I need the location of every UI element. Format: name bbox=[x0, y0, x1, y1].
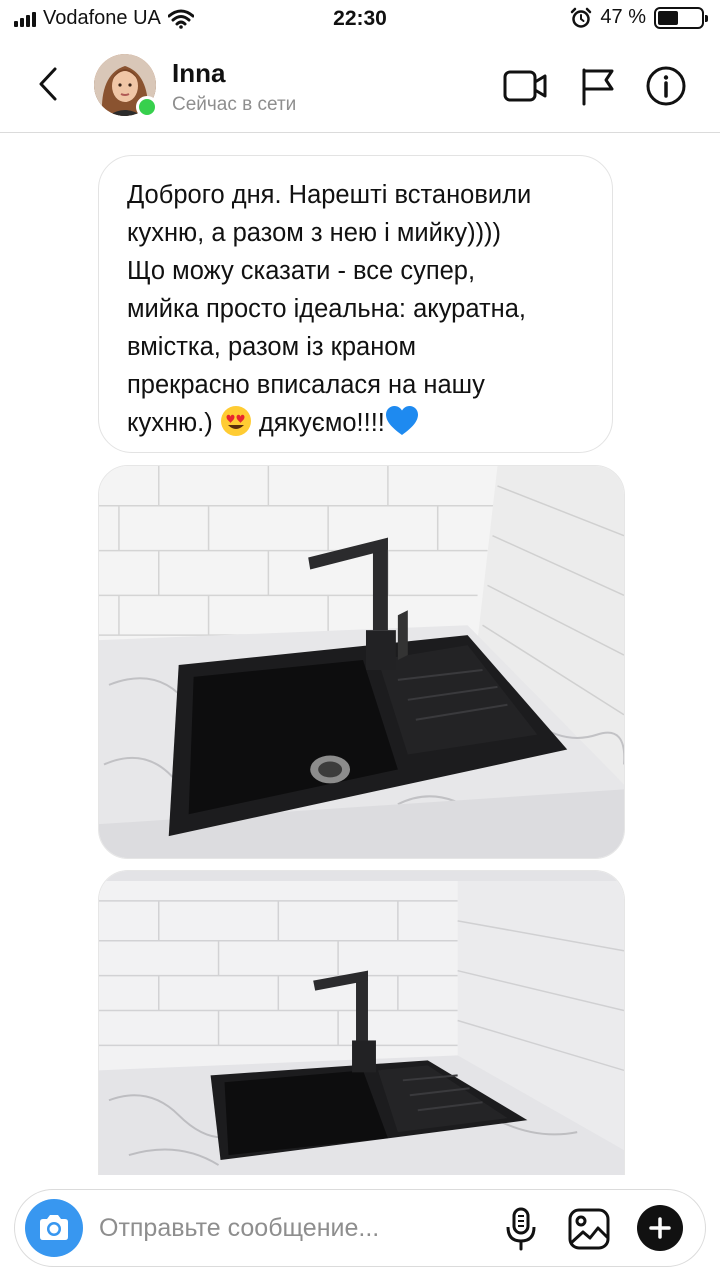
status-right: 47 % bbox=[570, 6, 708, 29]
gallery-icon[interactable] bbox=[567, 1207, 611, 1251]
message-line: прекрасно вписалася на нашу bbox=[127, 371, 485, 399]
sink-photo-1-image bbox=[99, 466, 624, 858]
message-line: кухню, а разом з нею і мийку)))) bbox=[127, 219, 502, 247]
alarm-clock-icon bbox=[571, 7, 592, 28]
sink-photo-1[interactable] bbox=[98, 465, 625, 859]
message-line: Що можу сказати - все супер, bbox=[127, 257, 476, 285]
message-composer bbox=[14, 1189, 706, 1267]
online-status-dot bbox=[136, 96, 158, 118]
message-line: мийка просто ідеальна: акуратна, bbox=[127, 295, 527, 323]
video-camera-icon[interactable] bbox=[503, 66, 547, 106]
blue-heart-emoji-icon bbox=[385, 406, 418, 435]
camera-button[interactable] bbox=[25, 1199, 83, 1257]
message-input[interactable] bbox=[99, 1208, 479, 1248]
message-line: дякуємо!!!! bbox=[258, 409, 385, 437]
status-bar: Vodafone UA 22:30 47 % bbox=[0, 0, 720, 38]
message-line: Доброго дня. Нарешті встановили bbox=[127, 181, 532, 209]
incoming-message-bubble[interactable]: Доброго дня. Нарешті встановили кухню, а… bbox=[98, 155, 613, 453]
microphone-icon[interactable] bbox=[505, 1207, 537, 1251]
flag-icon[interactable] bbox=[578, 66, 622, 106]
sink-photo-2-image bbox=[99, 871, 624, 1175]
message-line: вмістка, разом із краном bbox=[127, 333, 416, 361]
add-content-button[interactable] bbox=[637, 1205, 683, 1251]
contact-name[interactable]: Inna bbox=[172, 58, 225, 89]
battery-icon bbox=[654, 6, 708, 29]
contact-status: Сейчас в сети bbox=[172, 94, 297, 115]
heart-eyes-emoji-icon bbox=[220, 406, 251, 436]
contact-avatar[interactable] bbox=[94, 54, 158, 118]
battery-percent: 47 % bbox=[600, 6, 646, 28]
info-icon[interactable] bbox=[644, 66, 688, 106]
back-chevron-icon[interactable] bbox=[36, 66, 62, 102]
message-last-line: кухню.) дякуємо!!!! bbox=[127, 404, 590, 442]
camera-icon bbox=[40, 1215, 68, 1240]
sink-photo-2[interactable] bbox=[98, 870, 625, 1175]
message-line: кухню.) bbox=[127, 409, 213, 437]
chat-header: Inna Сейчас в сети bbox=[0, 38, 720, 133]
plus-icon bbox=[649, 1217, 671, 1239]
battery-level-fill bbox=[658, 10, 678, 25]
